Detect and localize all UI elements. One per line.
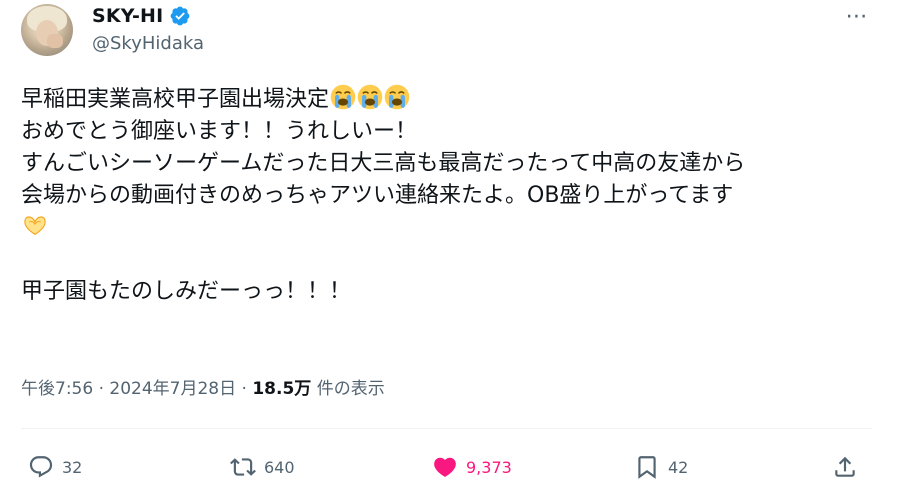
post-line-3: すんごいシーソーゲームだった日大三高も最高だったって中高の友達から <box>21 151 746 176</box>
reply-icon <box>29 456 53 478</box>
loudly-crying-face-icon <box>357 84 383 110</box>
loudly-crying-face-icon <box>330 84 356 110</box>
post-line-1-text: 早稲田実業高校甲子園出場決定 <box>21 87 330 112</box>
repost-count: 640 <box>264 457 295 477</box>
bookmark-count: 42 <box>668 457 689 477</box>
like-button[interactable]: 9,373 <box>432 450 512 484</box>
avatar-hand <box>47 34 63 48</box>
reply-button[interactable]: 32 <box>28 450 82 484</box>
divider <box>21 428 872 429</box>
post-line-1: 早稲田実業高校甲子園出場決定 <box>21 84 871 116</box>
post-time[interactable]: 午後7:56 <box>21 379 93 399</box>
post-meta: 午後7:56 · 2024年7月28日 · 18.5万 件の表示 <box>21 374 385 399</box>
share-icon <box>835 456 855 477</box>
share-button[interactable] <box>832 450 858 484</box>
more-options-button[interactable]: ⋯ <box>842 2 872 30</box>
bookmark-button[interactable]: 42 <box>634 450 688 484</box>
post-line-2: おめでとう御座います！！うれしいー！ <box>21 119 418 144</box>
post-text: 早稲田実業高校甲子園出場決定 おめでとう御座います！！うれしいー！ すんごいシー… <box>21 84 871 308</box>
heart-filled-icon <box>434 457 456 477</box>
post-line-6: 甲子園もたのしみだーっっ！！！ <box>21 279 352 304</box>
repost-button[interactable]: 640 <box>230 450 295 484</box>
loudly-crying-face-icon <box>384 84 410 110</box>
post-line-4-wrap <box>21 212 871 244</box>
reply-count: 32 <box>62 457 83 477</box>
heart-hands-icon <box>24 216 46 236</box>
author-name[interactable]: SKY-HI <box>92 5 163 27</box>
views-count: 18.5万 <box>252 379 312 399</box>
bookmark-icon <box>638 456 656 479</box>
views-label: 件の表示 <box>316 379 385 399</box>
verified-badge-icon <box>171 6 190 26</box>
like-count: 9,373 <box>466 457 512 477</box>
repost-icon <box>230 458 256 476</box>
avatar[interactable] <box>21 4 73 56</box>
author-name-row[interactable]: SKY-HI <box>92 2 191 30</box>
post-date[interactable]: 2024年7月28日 <box>109 379 236 399</box>
post-line-4: 会場からの動画付きのめっちゃアツい連絡来たよ。OB盛り上がってます <box>21 183 734 208</box>
more-icon: ⋯ <box>845 3 869 29</box>
author-handle[interactable]: @SkyHidaka <box>92 33 204 54</box>
meta-separator: · <box>93 379 110 399</box>
meta-separator: · <box>236 379 253 399</box>
